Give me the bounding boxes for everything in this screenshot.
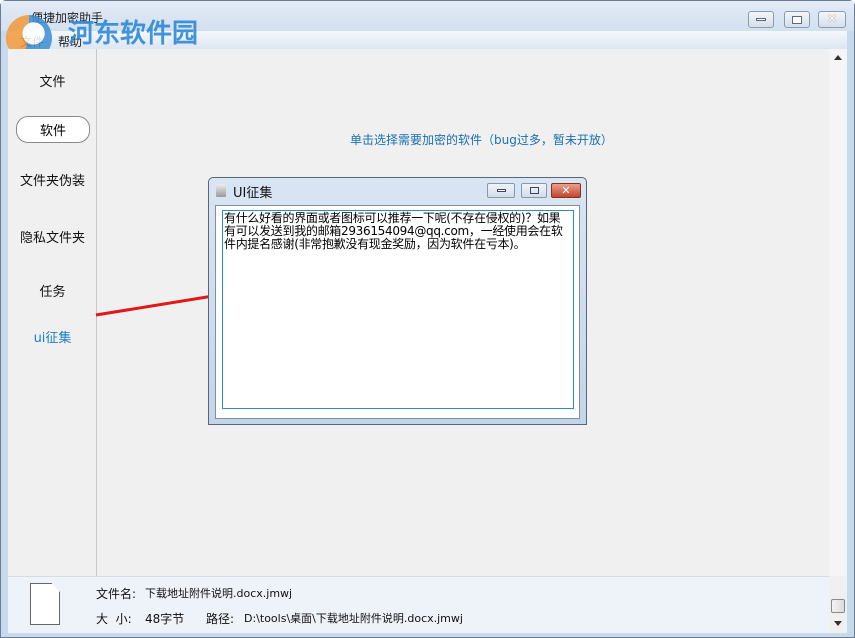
dialog-minimize-button[interactable] xyxy=(487,183,515,198)
vertical-scrollbar[interactable] xyxy=(829,49,847,626)
message-textarea[interactable]: 有什么好看的界面或者图标可以推荐一下呢(不存在侵权的)？如果有可以发送到我的邮箱… xyxy=(222,210,574,409)
dialog-maximize-button[interactable] xyxy=(521,183,547,198)
minimize-icon xyxy=(496,189,506,192)
sidebar-item-private-folder[interactable]: 隐私文件夹 xyxy=(8,227,97,246)
maximize-icon xyxy=(792,15,802,24)
sidebar-item-label: 软件 xyxy=(39,124,66,139)
close-icon: ✕ xyxy=(561,184,571,197)
window-title: 便捷加密助手 xyxy=(31,11,104,25)
sidebar-item-file[interactable]: 文件 xyxy=(8,71,97,90)
close-icon: ✕ xyxy=(826,12,838,27)
sidebar: 文件 软件 文件夹伪装 隐私文件夹 任务 ui征集 xyxy=(8,49,97,576)
maximize-button[interactable] xyxy=(784,11,810,28)
menu-bar: 文件 帮助 xyxy=(8,31,847,49)
title-bar: 便捷加密助手 ✕ xyxy=(1,1,854,31)
file-size-value: 48字节 xyxy=(145,612,185,626)
file-name-value: 下载地址附件说明.docx.jmwj xyxy=(145,587,293,600)
file-info-panel: 文件名: 下载地址附件说明.docx.jmwj 大 小: 48字节 路径: D:… xyxy=(8,576,829,633)
dialog-app-icon xyxy=(216,184,226,197)
dialog-body: 有什么好看的界面或者图标可以推荐一下呢(不存在侵权的)？如果有可以发送到我的邮箱… xyxy=(215,205,580,419)
file-path-label: 路径: xyxy=(206,612,235,626)
close-button[interactable]: ✕ xyxy=(818,11,846,28)
minimize-button[interactable] xyxy=(748,11,774,28)
menu-help[interactable]: 帮助 xyxy=(58,33,82,50)
sidebar-item-tasks[interactable]: 任务 xyxy=(8,281,97,300)
sidebar-item-software[interactable]: 软件 xyxy=(16,116,90,143)
scroll-up-icon[interactable] xyxy=(834,55,842,60)
file-size-label: 大 小: xyxy=(96,612,132,626)
sidebar-item-folder-disguise[interactable]: 文件夹伪装 xyxy=(8,170,97,189)
ui-collect-dialog: UI征集 ✕ 有什么好看的界面或者图标可以推荐一下呢(不存在侵权的)？如果有可以… xyxy=(208,177,587,425)
software-hint: 单击选择需要加密的软件（bug过多，暂未开放） xyxy=(350,133,613,147)
dialog-title: UI征集 xyxy=(233,186,273,201)
minimize-icon xyxy=(756,18,766,21)
file-name-label: 文件名: xyxy=(96,587,137,601)
dialog-close-button[interactable]: ✕ xyxy=(551,183,581,198)
scroll-thumb[interactable] xyxy=(831,599,845,613)
sidebar-item-ui-collect[interactable]: ui征集 xyxy=(8,327,97,346)
file-icon xyxy=(30,583,60,625)
scroll-down-icon[interactable] xyxy=(834,621,842,626)
menu-file[interactable]: 文件 xyxy=(20,33,44,50)
file-path-value: D:\tools\桌面\下载地址附件说明.docx.jmwj xyxy=(244,612,463,625)
maximize-icon xyxy=(529,187,539,194)
